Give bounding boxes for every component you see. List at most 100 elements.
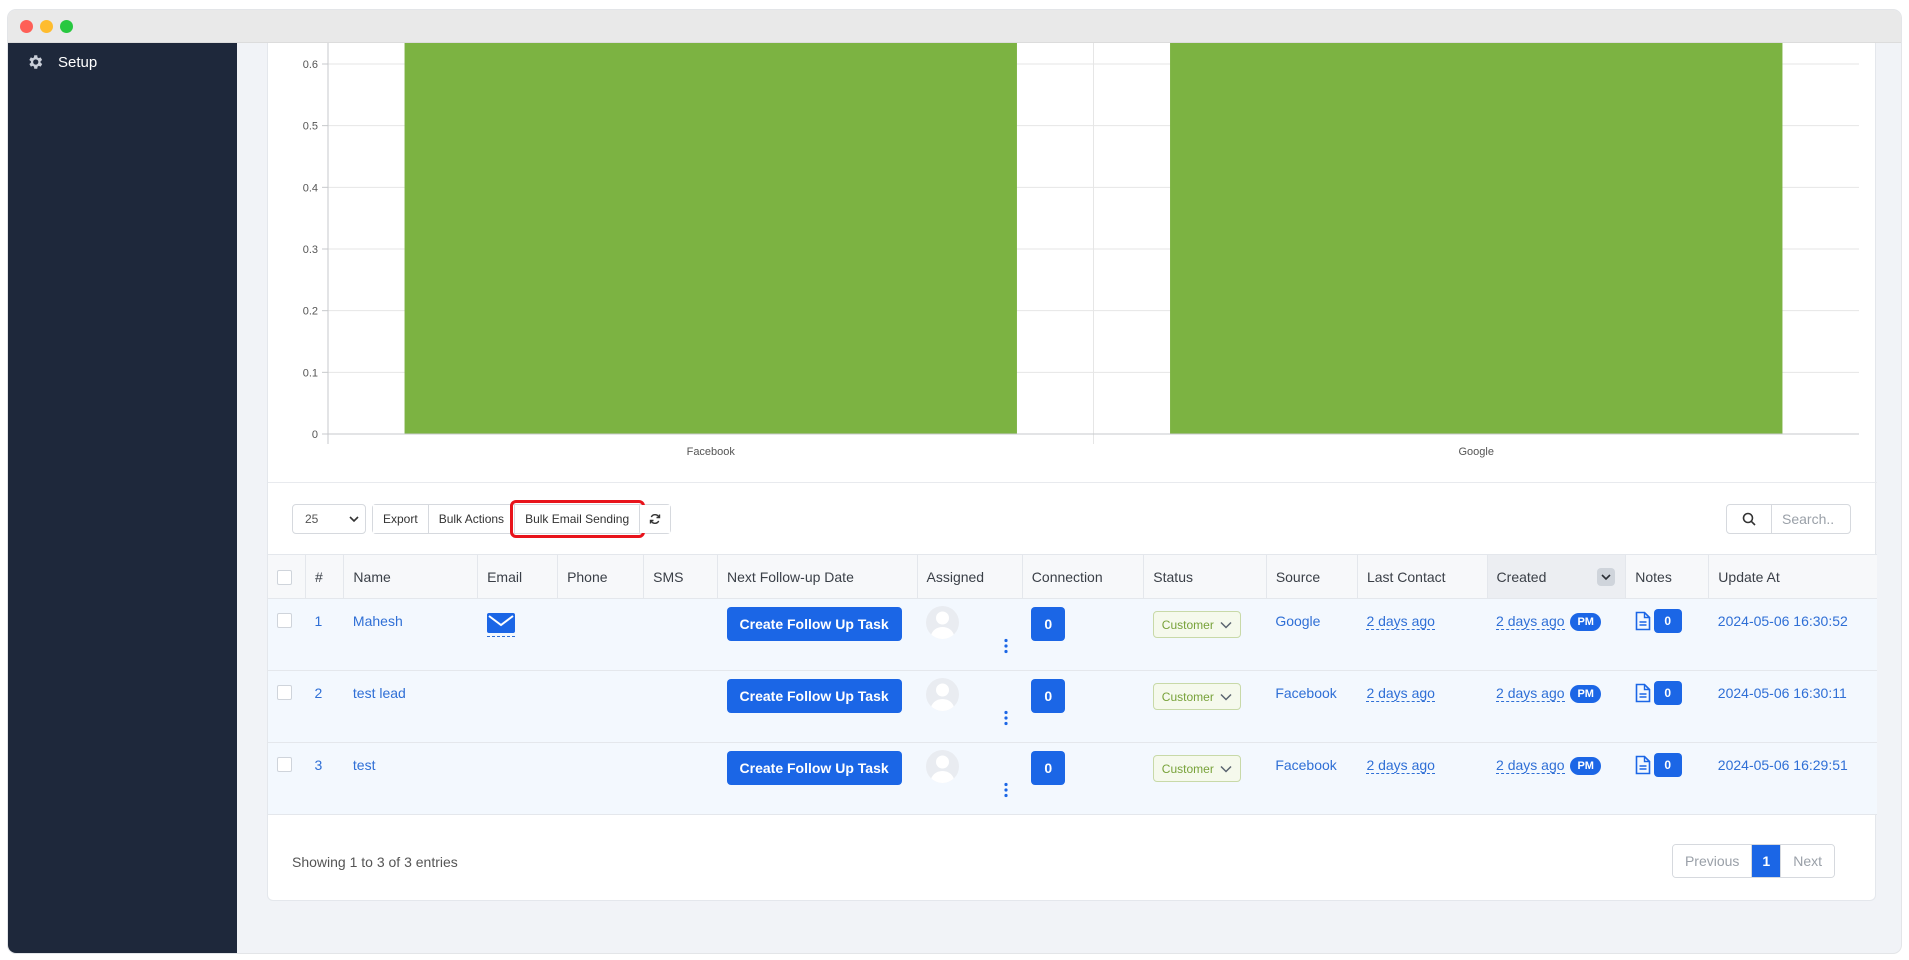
more-options-icon[interactable] (1003, 710, 1009, 726)
page-1-button[interactable]: 1 (1752, 845, 1782, 877)
phone-cell (558, 599, 644, 671)
create-follow-up-button[interactable]: Create Follow Up Task (726, 751, 902, 785)
connection-count-button[interactable]: 0 (1031, 607, 1066, 641)
sort-desc-icon (1597, 568, 1616, 586)
search-box: Search.. (1726, 504, 1851, 534)
header-phone[interactable]: Phone (557, 554, 645, 599)
create-follow-up-button[interactable]: Create Follow Up Task (726, 679, 902, 713)
create-follow-up-button[interactable]: Create Follow Up Task (726, 607, 902, 641)
created-cell: 2 days ago PM (1487, 599, 1626, 671)
next-page-button[interactable]: Next (1781, 845, 1834, 877)
minimize-window-button[interactable] (40, 20, 53, 33)
close-window-button[interactable] (20, 20, 33, 33)
table-row[interactable]: 3 test Create Follow Up Task 0 Customer Faceb… (268, 742, 1877, 815)
header-name[interactable]: Name (343, 554, 479, 599)
notes-button[interactable]: 0 (1635, 753, 1682, 777)
row-checkbox[interactable] (277, 685, 292, 700)
row-number: 1 (314, 613, 323, 629)
header-sms[interactable]: SMS (643, 554, 719, 599)
select-all-checkbox[interactable] (277, 569, 292, 585)
email-cell (478, 743, 558, 815)
row-select[interactable] (268, 743, 305, 815)
search-input[interactable]: Search.. (1772, 505, 1850, 533)
export-button[interactable]: Export (373, 505, 429, 533)
status-dropdown[interactable]: Customer (1152, 683, 1241, 710)
source-bar-chart: 0 0.1 0.2 0.3 0.4 0.5 0.6 Facebook Google (268, 43, 1877, 483)
x-tick-label: Facebook (687, 446, 736, 458)
page-length-select[interactable]: 25 (292, 504, 366, 534)
header-next-follow-up[interactable]: Next Follow-up Date (717, 554, 918, 599)
more-options-icon[interactable] (1003, 782, 1009, 798)
sms-cell (644, 599, 718, 671)
connection-count-button[interactable]: 0 (1031, 751, 1066, 785)
created-cell: 2 days ago PM (1487, 743, 1626, 815)
lead-name-link[interactable]: test lead (344, 671, 478, 743)
header-select-all[interactable] (268, 554, 306, 599)
lead-name-link[interactable]: test (344, 743, 478, 815)
update-at-value: 2024-05-06 16:30:11 (1717, 685, 1847, 701)
header-source[interactable]: Source (1266, 554, 1358, 599)
bar-google (1170, 43, 1783, 434)
refresh-icon (649, 514, 661, 524)
sidebar-item-setup[interactable]: Setup (26, 53, 97, 71)
notes-cell: 0 (1626, 599, 1709, 671)
row-checkbox[interactable] (277, 613, 292, 628)
connection-count-button[interactable]: 0 (1031, 679, 1066, 713)
table-row[interactable]: 1 Mahesh Create Follow Up Task 0 Customer Goo… (268, 598, 1877, 671)
avatar[interactable] (926, 750, 959, 783)
last-contact-value[interactable]: 2 days ago (1366, 757, 1435, 774)
chevron-down-icon (1220, 693, 1232, 701)
lead-name-link[interactable]: Mahesh (344, 599, 478, 671)
notes-cell: 0 (1626, 671, 1709, 743)
status-dropdown[interactable]: Customer (1152, 755, 1241, 782)
bulk-email-sending-button[interactable]: Bulk Email Sending (510, 500, 646, 538)
created-value[interactable]: 2 days ago (1496, 613, 1565, 630)
created-value[interactable]: 2 days ago (1496, 757, 1565, 774)
y-tick-label: 0 (312, 429, 318, 441)
header-number[interactable]: # (305, 554, 345, 599)
notes-button[interactable]: 0 (1635, 609, 1682, 633)
source-link[interactable]: Facebook (1266, 671, 1357, 743)
maximize-window-button[interactable] (60, 20, 73, 33)
search-icon (1742, 512, 1756, 526)
last-contact-value[interactable]: 2 days ago (1366, 613, 1435, 630)
header-created[interactable]: Created (1487, 554, 1627, 599)
last-contact-cell: 2 days ago (1357, 743, 1487, 815)
header-notes[interactable]: Notes (1625, 554, 1710, 599)
source-link[interactable]: Facebook (1266, 743, 1357, 815)
bulk-actions-button[interactable]: Bulk Actions (428, 505, 516, 533)
header-update-at[interactable]: Update At (1708, 554, 1877, 599)
search-button[interactable] (1727, 505, 1772, 533)
page-length-value: 25 (305, 512, 319, 526)
header-connection[interactable]: Connection (1022, 554, 1145, 599)
created-value[interactable]: 2 days ago (1496, 685, 1565, 702)
notes-button[interactable]: 0 (1635, 681, 1682, 705)
document-icon (1635, 683, 1651, 703)
row-select[interactable] (268, 599, 305, 671)
row-checkbox[interactable] (277, 757, 292, 772)
status-label: Customer (1161, 689, 1214, 704)
y-tick-label: 0.3 (303, 244, 318, 256)
last-contact-cell: 2 days ago (1357, 599, 1487, 671)
status-dropdown[interactable]: Customer (1152, 611, 1241, 638)
avatar[interactable] (926, 678, 959, 711)
row-select[interactable] (268, 671, 305, 743)
avatar[interactable] (926, 606, 959, 639)
source-link[interactable]: Google (1266, 599, 1357, 671)
header-status[interactable]: Status (1143, 554, 1267, 599)
leads-card: 0 0.1 0.2 0.3 0.4 0.5 0.6 Facebook Google 25 Exp… (267, 43, 1877, 901)
last-contact-value[interactable]: 2 days ago (1366, 685, 1435, 702)
time-badge: PM (1570, 685, 1601, 703)
followup-cell: Create Follow Up Task (718, 743, 917, 815)
previous-page-button[interactable]: Previous (1672, 845, 1753, 877)
header-assigned[interactable]: Assigned (917, 554, 1023, 599)
table-row[interactable]: 2 test lead Create Follow Up Task 0 Customer… (268, 670, 1877, 743)
assigned-cell (917, 743, 1022, 815)
header-email[interactable]: Email (477, 554, 559, 599)
bar-facebook (404, 43, 1017, 434)
more-options-icon[interactable] (1003, 638, 1009, 654)
header-last-contact[interactable]: Last Contact (1357, 554, 1488, 599)
notes-cell: 0 (1626, 743, 1709, 815)
envelope-icon[interactable] (486, 613, 515, 637)
refresh-button[interactable] (640, 505, 671, 533)
